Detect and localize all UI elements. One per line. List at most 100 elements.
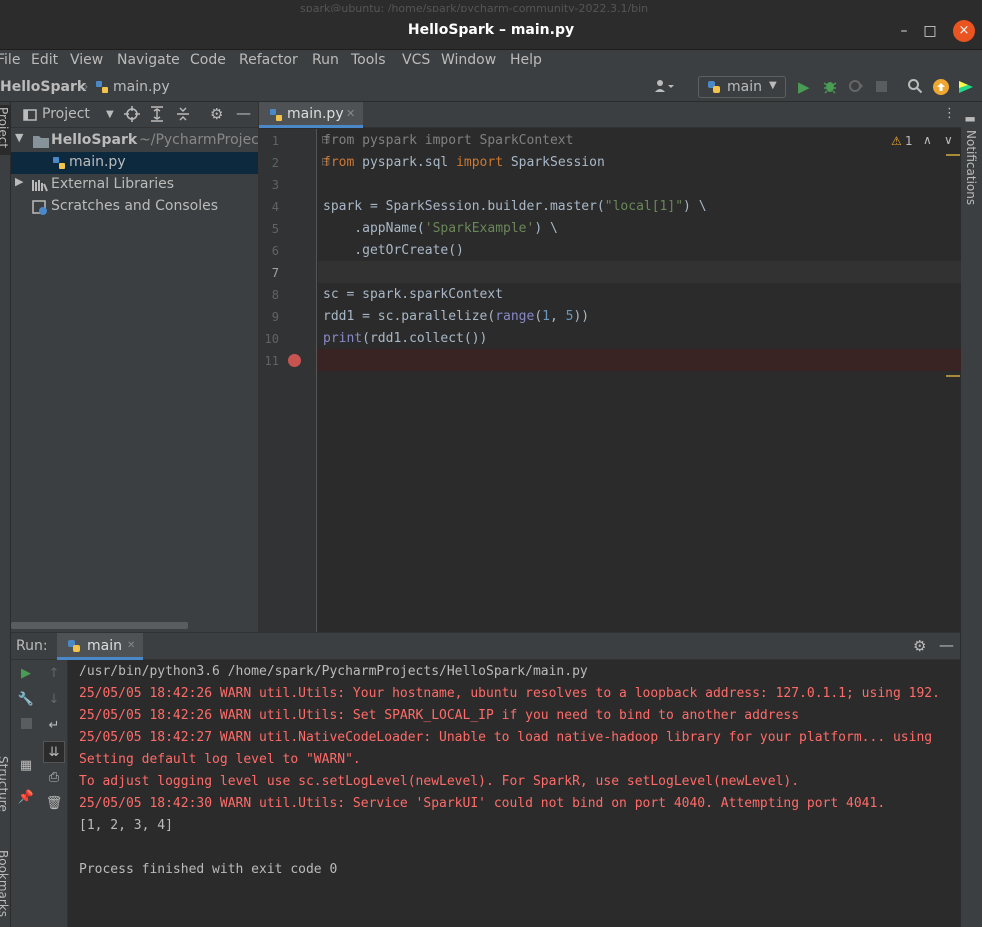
warning-stripe-marker[interactable]	[946, 154, 960, 156]
tree-item-scratches[interactable]: Scratches and Consoles	[11, 196, 258, 218]
collapse-all-icon[interactable]	[176, 106, 190, 126]
menu-vcs[interactable]: VCS	[402, 52, 430, 68]
breakpoint-icon[interactable]	[288, 354, 301, 367]
warning-icon[interactable]: ⚠	[891, 134, 902, 148]
gear-icon[interactable]: ⚙	[210, 105, 223, 123]
jetbrains-logo-icon[interactable]	[958, 79, 974, 99]
console-line: 25/05/05 18:42:26 WARN util.Utils: Set S…	[79, 708, 800, 723]
chevron-right-icon[interactable]: ▶	[15, 175, 23, 188]
tree-item-label: main.py	[69, 154, 126, 170]
up-arrow-icon[interactable]: ↑	[43, 663, 65, 685]
console-line: Setting default log level to "WARN".	[79, 752, 361, 767]
python-file-icon	[52, 156, 66, 174]
menu-refactor[interactable]: Refactor	[239, 52, 298, 68]
code-line-10[interactable]: print(rdd1.collect())	[323, 331, 487, 346]
run-configuration-selector[interactable]: main ▼	[698, 76, 786, 98]
tree-item-external-libraries[interactable]: ▶ External Libraries	[11, 174, 258, 196]
stop-icon[interactable]	[876, 81, 887, 92]
breadcrumb-project[interactable]: HelloSpark	[0, 79, 86, 95]
console-line: 25/05/05 18:42:26 WARN util.Utils: Your …	[79, 686, 940, 701]
code-line-9[interactable]: rdd1 = sc.parallelize(range(1, 5))	[323, 309, 589, 324]
debug-icon[interactable]	[822, 78, 838, 98]
code-line-6[interactable]: .getOrCreate()	[323, 243, 464, 258]
hide-icon[interactable]: —	[939, 636, 954, 654]
menu-code[interactable]: Code	[190, 52, 226, 68]
run-toolbar: ▶ ↑ 🔧 ↓ ↵ ⇊ ▦ ⎙ 📌 🗑	[11, 660, 68, 927]
project-panel-icon	[23, 108, 37, 126]
stop-icon[interactable]	[15, 715, 37, 737]
code-line-4[interactable]: spark = SparkSession.builder.master("loc…	[323, 199, 707, 214]
line-number: 1	[271, 134, 279, 148]
menu-navigate[interactable]: Navigate	[117, 52, 180, 68]
menu-view[interactable]: View	[70, 52, 103, 68]
horizontal-scrollbar[interactable]	[11, 622, 188, 629]
line-number: 9	[271, 310, 279, 324]
close-icon[interactable]: ✕	[127, 640, 135, 651]
locate-icon[interactable]	[124, 106, 140, 126]
bookmarks-stripe-label[interactable]: Bookmarks	[0, 850, 10, 917]
user-icon[interactable]	[654, 78, 674, 98]
rerun-icon[interactable]: ▶	[15, 663, 37, 685]
scratches-icon	[32, 200, 48, 220]
menu-file[interactable]: File	[0, 52, 20, 68]
menu-window[interactable]: Window	[441, 52, 496, 68]
code-line-2[interactable]: from pyspark.sql import SparkSession	[323, 155, 605, 170]
chevron-down-icon[interactable]: ▼	[106, 109, 114, 120]
run-icon[interactable]: ▶	[798, 78, 810, 96]
project-panel-title[interactable]: Project	[42, 106, 90, 122]
tree-item-main-py[interactable]: main.py	[11, 152, 258, 174]
expand-all-icon[interactable]	[150, 106, 164, 126]
soft-wrap-icon[interactable]: ↵	[43, 715, 65, 737]
line-number: 11	[264, 354, 279, 368]
close-button[interactable]: ×	[953, 20, 975, 42]
warning-stripe-marker[interactable]	[946, 375, 960, 377]
search-icon[interactable]	[907, 78, 923, 98]
maximize-button[interactable]: □	[919, 20, 941, 42]
menu-help[interactable]: Help	[510, 52, 542, 68]
trash-icon[interactable]: 🗑	[43, 793, 65, 815]
more-tabs-icon[interactable]: ⋮	[943, 106, 956, 121]
project-tool-window-button[interactable]: Project	[0, 105, 11, 155]
current-line-highlight	[318, 261, 961, 283]
console-line: 25/05/05 18:42:27 WARN util.NativeCodeLo…	[79, 730, 933, 745]
gear-icon[interactable]: ⚙	[913, 637, 926, 655]
code-line-1[interactable]: from pyspark import SparkContext	[323, 133, 573, 148]
pin-icon[interactable]: 📌	[15, 787, 37, 809]
scroll-to-end-icon[interactable]: ⇊	[43, 741, 65, 763]
project-stripe-label: Project	[0, 107, 10, 149]
menu-run[interactable]: Run	[312, 52, 339, 68]
left-tool-stripe: Project Structure Bookmarks	[0, 102, 11, 927]
next-highlight-icon[interactable]: ∨	[944, 133, 953, 147]
line-number: 10	[264, 332, 279, 346]
console-line: /usr/bin/python3.6 /home/spark/PycharmPr…	[79, 664, 588, 679]
run-tab-main[interactable]: main ✕	[57, 633, 143, 660]
wrench-icon[interactable]: 🔧	[15, 689, 37, 711]
coverage-icon[interactable]	[848, 78, 864, 98]
code-line-8[interactable]: sc = spark.sparkContext	[323, 287, 503, 302]
breadcrumb-file[interactable]: main.py	[113, 79, 170, 95]
close-icon[interactable]: ✕	[346, 107, 355, 120]
notifications-icon[interactable]: ▮	[964, 116, 978, 123]
previous-highlight-icon[interactable]: ∧	[923, 133, 932, 147]
menu-tools[interactable]: Tools	[351, 52, 386, 68]
line-number: 2	[271, 156, 279, 170]
warning-count[interactable]: 1	[905, 134, 913, 148]
chevron-down-icon[interactable]: ▼	[15, 131, 23, 144]
tree-item-project-root[interactable]: ▼ HelloSpark ~/PycharmProjects/HelloSpar…	[11, 130, 352, 152]
update-icon[interactable]	[933, 79, 949, 99]
menu-edit[interactable]: Edit	[31, 52, 58, 68]
layout-icon[interactable]: ▦	[15, 755, 37, 777]
tab-main-py[interactable]: main.py ✕	[259, 102, 363, 128]
code-line-5[interactable]: .appName('SparkExample') \	[323, 221, 558, 236]
print-icon[interactable]: ⎙	[43, 767, 65, 789]
structure-stripe-label[interactable]: Structure	[0, 756, 10, 812]
hide-icon[interactable]: —	[236, 104, 251, 122]
notifications-stripe-label[interactable]: Notifications	[964, 130, 978, 205]
project-panel-header: Project ▼ ⚙ —	[11, 102, 258, 128]
tab-label: main.py	[287, 106, 344, 122]
minimize-button[interactable]: –	[893, 20, 915, 42]
down-arrow-icon[interactable]: ↓	[43, 689, 65, 711]
line-number: 4	[271, 200, 279, 214]
run-panel: Run: main ✕ ⚙ — ▶ ↑ 🔧 ↓ ↵ ⇊ ▦ ⎙ 📌 🗑 /usr…	[11, 632, 960, 927]
chevron-right-icon: ›	[83, 79, 89, 95]
